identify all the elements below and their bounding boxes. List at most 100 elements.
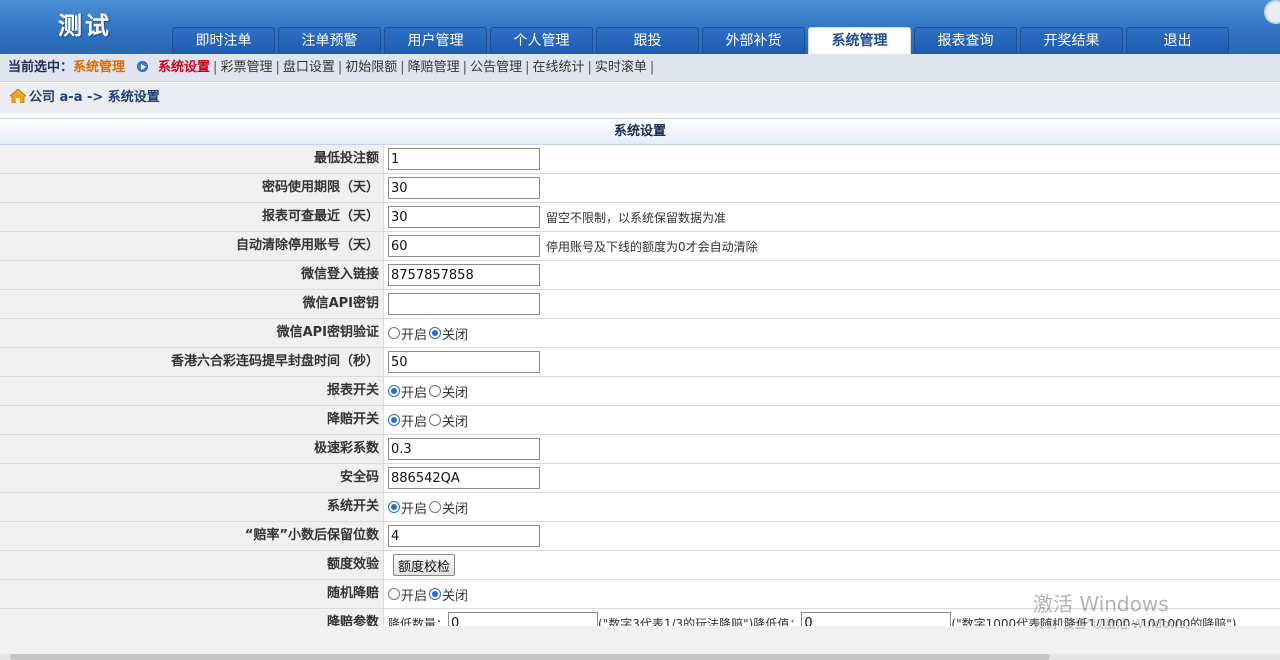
auto-clear-hint: 停用账号及下线的额度为0才会自动清除 — [546, 239, 758, 254]
min-bet-input[interactable] — [388, 148, 540, 170]
quota-check-button[interactable]: 额度校检 — [393, 554, 456, 576]
reduce-count-hint: ("数字3代表1/3的玩法降赔") — [598, 616, 754, 627]
auto-clear-days-input[interactable] — [388, 235, 540, 257]
setting-row: 额度效验 额度校检 — [0, 551, 1280, 580]
radio-button-icon — [429, 414, 442, 426]
report-days-hint: 留空不限制，以系统保留数据为准 — [546, 210, 727, 225]
setting-label: 微信API密钥 — [0, 290, 384, 318]
sub-navigation: 当前选中：系统管理 系统设置 | 彩票管理 | 盘口设置 | 初始限额 | 降赔管理 | 公告管理 | 在… — [0, 54, 1280, 82]
radio-button-icon — [429, 501, 442, 513]
breadcrumb: 公司 a-a -> 系统设置 — [0, 83, 1280, 113]
settings-panel: 系统设置 最低投注额 密码使用期限（天） 报表可查最近（天） 留空不限制，以系统… — [0, 118, 1280, 626]
radio-button-checked-icon — [388, 414, 400, 426]
windows-activation-subtext: 转到"设置"以激活 Windows。 — [1033, 617, 1198, 631]
setting-label: 降赔参数 — [0, 609, 384, 626]
setting-row: 极速彩系数 — [0, 435, 1280, 464]
top-header: 测试 即时注单 注单预警 用户管理 个人管理 跟投 外部补货 系统管理 报表查询… — [0, 0, 1280, 54]
setting-label: 降赔开关 — [0, 406, 384, 434]
tab-instant-bets[interactable]: 即时注单 — [172, 27, 275, 54]
radio-on[interactable]: 开启 — [388, 324, 427, 343]
setting-label: 极速彩系数 — [0, 435, 384, 463]
radio-off[interactable]: 关闭 — [429, 585, 468, 604]
setting-row: 密码使用期限（天） — [0, 174, 1280, 203]
tab-system-management[interactable]: 系统管理 — [808, 27, 911, 54]
setting-row: 微信API密钥 — [0, 290, 1280, 319]
subnav-system-settings[interactable]: 系统设置 — [158, 60, 210, 75]
setting-label: 最低投注额 — [0, 145, 384, 173]
odds-decimals-input[interactable] — [388, 525, 540, 547]
radio-button-icon — [429, 385, 442, 397]
main-tabs: 即时注单 注单预警 用户管理 个人管理 跟投 外部补货 系统管理 报表查询 开奖… — [172, 27, 1232, 54]
reduce-value-input[interactable] — [801, 612, 952, 626]
breadcrumb-text: 公司 a-a -> 系统设置 — [29, 90, 160, 105]
setting-row: 自动清除停用账号（天） 停用账号及下线的额度为0才会自动清除 — [0, 232, 1280, 261]
tab-user-management[interactable]: 用户管理 — [384, 27, 487, 54]
setting-label: 自动清除停用账号（天） — [0, 232, 384, 260]
radio-button-checked-icon — [388, 501, 400, 513]
radio-off[interactable]: 关闭 — [429, 411, 468, 430]
tab-bet-warning[interactable]: 注单预警 — [278, 27, 381, 54]
setting-label: 报表开关 — [0, 377, 384, 405]
setting-label: 额度效验 — [0, 551, 384, 579]
tab-report-query[interactable]: 报表查询 — [914, 27, 1017, 54]
subnav-lottery-management[interactable]: 彩票管理 — [220, 60, 272, 75]
setting-label: 报表可查最近（天） — [0, 203, 384, 231]
setting-row: 香港六合彩连码提早封盘时间（秒） — [0, 348, 1280, 377]
radio-on[interactable]: 开启 — [388, 411, 427, 430]
setting-row: 报表可查最近（天） 留空不限制，以系统保留数据为准 — [0, 203, 1280, 232]
current-selection-label: 当前选中： — [8, 60, 74, 75]
radio-button-checked-icon — [429, 588, 442, 600]
password-expiry-input[interactable] — [388, 177, 540, 199]
radio-off[interactable]: 关闭 — [429, 498, 468, 517]
reduce-count-label: 降低数量： — [388, 616, 449, 627]
reduce-value-label: 降低值： — [753, 616, 802, 627]
setting-label: “赔率”小数后保留位数 — [0, 522, 384, 550]
setting-row: 降赔开关 开启 关闭 — [0, 406, 1280, 435]
site-logo: 测试 — [58, 12, 112, 40]
setting-row: 报表开关 开启 关闭 — [0, 377, 1280, 406]
subnav-announcements[interactable]: 公告管理 — [470, 60, 522, 75]
hk-close-time-input[interactable] — [388, 351, 540, 373]
setting-label: 随机降赔 — [0, 580, 384, 608]
tab-external-restock[interactable]: 外部补货 — [702, 27, 805, 54]
tab-follow-bet[interactable]: 跟投 — [596, 27, 699, 54]
radio-on[interactable]: 开启 — [388, 382, 427, 401]
radio-button-icon — [388, 588, 400, 600]
tab-draw-results[interactable]: 开奖结果 — [1020, 27, 1123, 54]
setting-label: 微信API密钥验证 — [0, 319, 384, 347]
setting-row: 系统开关 开启 关闭 — [0, 493, 1280, 522]
subnav-live-rolling[interactable]: 实时滚单 — [595, 60, 647, 75]
setting-row: 最低投注额 — [0, 145, 1280, 174]
panel-title: 系统设置 — [0, 119, 1280, 145]
subnav-online-stats[interactable]: 在线统计 — [532, 60, 584, 75]
radio-button-icon — [388, 327, 400, 339]
security-code-input[interactable] — [388, 467, 540, 489]
setting-label: 密码使用期限（天） — [0, 174, 384, 202]
radio-off[interactable]: 关闭 — [429, 324, 468, 343]
setting-row: 微信API密钥验证 开启 关闭 — [0, 319, 1280, 348]
reduce-count-input[interactable] — [448, 612, 599, 626]
radio-off[interactable]: 关闭 — [429, 382, 468, 401]
arrow-bullet-icon — [137, 61, 149, 72]
radio-on[interactable]: 开启 — [388, 498, 427, 517]
radio-on[interactable]: 开启 — [388, 585, 427, 604]
scrollbar-thumb[interactable] — [10, 654, 1050, 660]
setting-label: 系统开关 — [0, 493, 384, 521]
report-days-input[interactable] — [388, 206, 540, 228]
setting-row: “赔率”小数后保留位数 — [0, 522, 1280, 551]
subnav-odds-reduction[interactable]: 降赔管理 — [408, 60, 460, 75]
tab-logout[interactable]: 退出 — [1126, 27, 1229, 54]
tab-personal-management[interactable]: 个人管理 — [490, 27, 593, 54]
subnav-market-settings[interactable]: 盘口设置 — [283, 60, 335, 75]
horizontal-scrollbar[interactable] — [0, 654, 1280, 660]
subnav-initial-limits[interactable]: 初始限额 — [345, 60, 397, 75]
setting-label: 微信登入链接 — [0, 261, 384, 289]
setting-label: 安全码 — [0, 464, 384, 492]
wechat-login-link-input[interactable] — [388, 264, 540, 286]
speed-coefficient-input[interactable] — [388, 438, 540, 460]
corner-circle-icon — [1264, 0, 1280, 24]
radio-button-checked-icon — [429, 327, 442, 339]
setting-row: 安全码 — [0, 464, 1280, 493]
wechat-api-key-input[interactable] — [388, 293, 540, 315]
home-icon — [10, 89, 26, 103]
